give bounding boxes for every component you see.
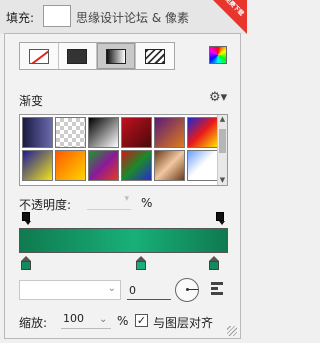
gear-icon[interactable]: ⚙▾ (209, 90, 227, 105)
gradient-preset-swatch[interactable] (187, 117, 218, 148)
opacity-label: 不透明度: (19, 198, 72, 212)
location-dropdown[interactable]: ⌄ (19, 280, 121, 300)
fill-swatch-button[interactable] (43, 5, 71, 27)
fill-label: 填充: (6, 11, 35, 25)
gradient-preset-swatch[interactable] (22, 150, 53, 181)
gradient-icon (105, 48, 126, 64)
opacity-stop-left[interactable] (22, 212, 31, 225)
gradient-preset-swatch[interactable] (88, 117, 119, 148)
location-input[interactable]: 0 (127, 284, 171, 300)
color-stop-right[interactable] (209, 256, 220, 270)
color-picker-icon[interactable] (209, 46, 227, 64)
pattern-icon (144, 48, 165, 64)
reverse-gradient-icon[interactable] (211, 282, 223, 296)
gradient-preset-swatch[interactable] (154, 117, 185, 148)
opacity-stop-right[interactable] (216, 212, 225, 225)
align-with-layer-checkbox[interactable]: ✓ (135, 314, 148, 327)
solid-color-icon (67, 48, 88, 64)
scroll-up-icon[interactable]: ▲ (218, 115, 227, 124)
opacity-unit: % (141, 196, 153, 210)
gradient-preset-swatch[interactable] (22, 117, 53, 148)
gradient-preset-swatch[interactable] (55, 117, 86, 148)
gradient-section-title: 渐变 (19, 94, 44, 108)
resize-grip-icon[interactable] (227, 326, 237, 336)
gradient-ramp[interactable] (19, 228, 228, 253)
fill-type-pattern-button[interactable] (136, 43, 174, 69)
color-stop-middle[interactable] (136, 256, 147, 270)
preset-scrollbar[interactable]: ▲ ▼ (217, 115, 227, 185)
preset-grid (21, 116, 219, 182)
fill-type-selector (19, 42, 175, 70)
opacity-input[interactable]: ▾ (87, 194, 131, 210)
gradient-preset-swatch[interactable] (121, 117, 152, 148)
gradient-preset-list: ▲ ▼ (19, 114, 228, 186)
gradient-preset-swatch[interactable] (154, 150, 185, 181)
gradient-preset-swatch[interactable] (187, 150, 218, 181)
scroll-thumb[interactable] (219, 129, 226, 153)
gradient-preset-swatch[interactable] (88, 150, 119, 181)
no-fill-icon (28, 48, 49, 64)
fill-toolbar: 填充: 思缘设计论坛 & 像素 免费下载 (0, 0, 247, 34)
angle-dial[interactable] (175, 278, 199, 302)
color-stop-left[interactable] (21, 256, 32, 270)
align-with-layer-label: 与图层对齐 (153, 316, 214, 330)
scale-unit: % (117, 314, 129, 328)
fill-type-none-button[interactable] (20, 43, 59, 69)
gradient-preset-swatch[interactable] (121, 150, 152, 181)
chevron-down-icon: ⌄ (107, 283, 116, 294)
scale-label: 缩放: (19, 316, 48, 330)
gradient-fill-panel: 渐变 ⚙▾ ▲ ▼ 不透明度: ▾ % ⌄ 0 缩放: 100 ⌄ % ✓ 与图… (4, 33, 241, 339)
watermark-text: 思缘设计论坛 & 像素 (76, 11, 189, 25)
fill-type-gradient-button[interactable] (97, 43, 136, 69)
scroll-down-icon[interactable]: ▼ (218, 176, 227, 185)
chevron-down-icon[interactable]: ⌄ (99, 314, 107, 325)
gradient-preset-swatch[interactable] (55, 150, 86, 181)
fill-type-solid-button[interactable] (59, 43, 97, 69)
